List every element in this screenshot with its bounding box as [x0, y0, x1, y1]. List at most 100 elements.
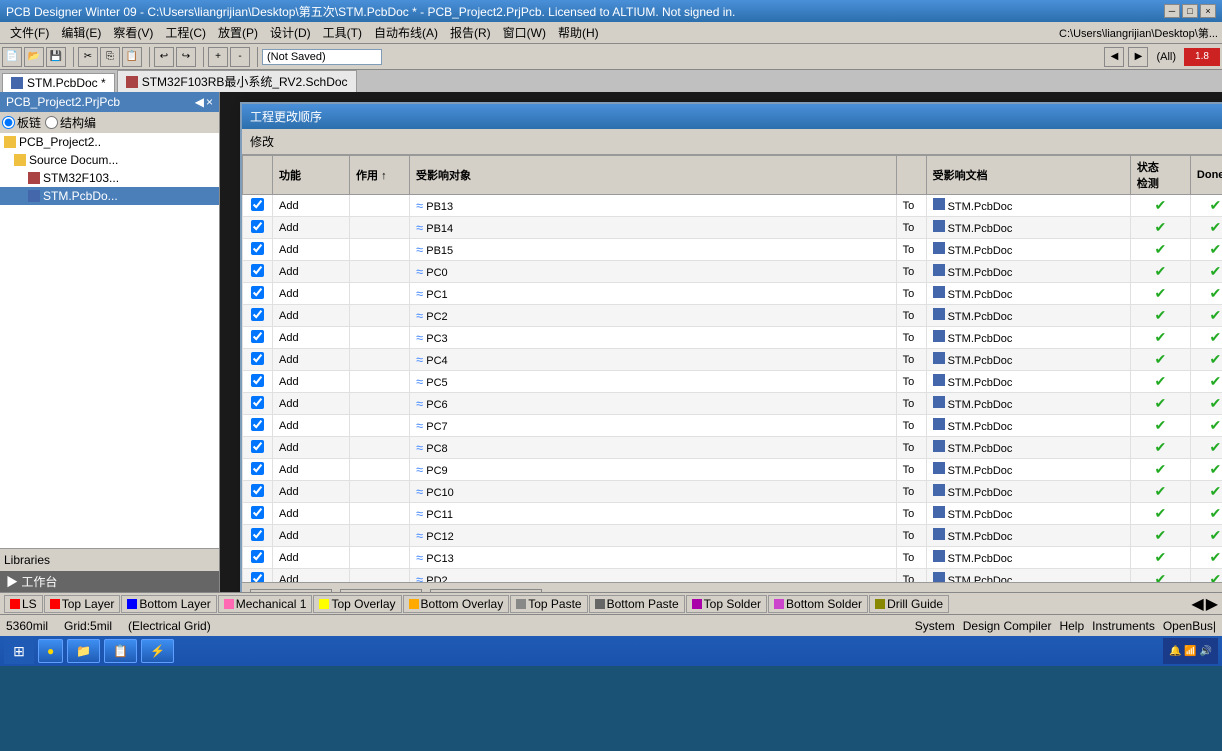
tree-item-source[interactable]: Source Docum...	[0, 151, 219, 169]
row-checkbox-cell[interactable]	[243, 217, 273, 239]
menu-place[interactable]: 放置(P)	[212, 22, 264, 43]
tree-item-pcb[interactable]: STM.PcbDo...	[0, 187, 219, 205]
row-checkbox[interactable]	[251, 220, 264, 233]
row-checkbox-cell[interactable]	[243, 349, 273, 371]
layer-tab[interactable]: Drill Guide	[869, 595, 949, 613]
row-checkbox-cell[interactable]	[243, 459, 273, 481]
taskbar-app3[interactable]: 📋	[104, 639, 137, 663]
design-compiler-btn[interactable]: Design Compiler	[963, 619, 1052, 633]
toolbar-zoom-out[interactable]: -	[230, 47, 250, 67]
apply-changes-btn[interactable]: 生效更改	[250, 589, 332, 592]
layer-tab[interactable]: Top Layer	[44, 595, 121, 613]
toolbar-save[interactable]: 💾	[46, 47, 66, 67]
layer-tab[interactable]: Top Paste	[510, 595, 587, 613]
row-checkbox[interactable]	[251, 374, 264, 387]
layer-tab[interactable]: Mechanical 1	[218, 595, 313, 613]
toolbar-cut[interactable]: ✂	[78, 47, 98, 67]
row-checkbox-cell[interactable]	[243, 261, 273, 283]
tab-sch[interactable]: STM32F103RB最小系统_RV2.SchDoc	[117, 70, 357, 92]
toolbar-undo[interactable]: ↩	[154, 47, 174, 67]
row-checkbox-cell[interactable]	[243, 569, 273, 583]
start-btn[interactable]: ⊞	[4, 638, 34, 664]
menu-report[interactable]: 报告(R)	[444, 22, 497, 43]
toolbar-copy[interactable]: ⎘	[100, 47, 120, 67]
row-checkbox[interactable]	[251, 242, 264, 255]
row-checkbox-cell[interactable]	[243, 415, 273, 437]
row-checkbox[interactable]	[251, 484, 264, 497]
dialog-table-container[interactable]: 功能 作用 ↑ 受影响对象 受影响文档 状态检测 Done 信息	[242, 155, 1222, 582]
close-window-btn[interactable]: ×	[1200, 4, 1216, 18]
menu-file[interactable]: 文件(F)	[4, 22, 55, 43]
row-checkbox-cell[interactable]	[243, 525, 273, 547]
execute-changes-btn[interactable]: 执行更改	[340, 589, 422, 592]
row-checkbox[interactable]	[251, 506, 264, 519]
layer-tab[interactable]: Bottom Overlay	[403, 595, 510, 613]
row-checkbox[interactable]	[251, 198, 264, 211]
instruments-btn[interactable]: Instruments	[1092, 619, 1155, 633]
taskbar-explorer[interactable]: 📁	[67, 639, 100, 663]
row-checkbox-cell[interactable]	[243, 371, 273, 393]
row-checkbox[interactable]	[251, 308, 264, 321]
row-checkbox[interactable]	[251, 528, 264, 541]
toolbar-nav-right[interactable]: ▶	[1128, 47, 1148, 67]
row-checkbox-cell[interactable]	[243, 437, 273, 459]
menu-autoroute[interactable]: 自动布线(A)	[368, 22, 444, 43]
openbus-btn[interactable]: OpenBus|	[1163, 619, 1216, 633]
menu-design[interactable]: 设计(D)	[264, 22, 317, 43]
row-checkbox-cell[interactable]	[243, 283, 273, 305]
row-checkbox-cell[interactable]	[243, 195, 273, 217]
row-checkbox[interactable]	[251, 462, 264, 475]
menu-help[interactable]: 帮助(H)	[552, 22, 605, 43]
row-checkbox-cell[interactable]	[243, 239, 273, 261]
toolbar-paste[interactable]: 📋	[122, 47, 142, 67]
layer-tab[interactable]: Top Overlay	[313, 595, 401, 613]
layer-tab[interactable]: Bottom Layer	[121, 595, 216, 613]
tree-item-sch[interactable]: STM32F103...	[0, 169, 219, 187]
toolbar-nav-left[interactable]: ◀	[1104, 47, 1124, 67]
row-checkbox[interactable]	[251, 440, 264, 453]
system-btn[interactable]: System	[915, 619, 955, 633]
toolbar-new[interactable]: 📄	[2, 47, 22, 67]
layer-tab[interactable]: Bottom Paste	[589, 595, 685, 613]
row-checkbox[interactable]	[251, 352, 264, 365]
radio-struct[interactable]: 结构编	[45, 114, 96, 131]
row-checkbox[interactable]	[251, 572, 264, 583]
layer-tab[interactable]: Bottom Solder	[768, 595, 868, 613]
panel-close[interactable]: ×	[206, 95, 213, 109]
row-checkbox[interactable]	[251, 286, 264, 299]
menu-tools[interactable]: 工具(T)	[317, 22, 368, 43]
row-checkbox[interactable]	[251, 330, 264, 343]
row-checkbox[interactable]	[251, 550, 264, 563]
radio-board[interactable]: 板链	[2, 114, 41, 131]
row-checkbox-cell[interactable]	[243, 305, 273, 327]
toolbar-redo[interactable]: ↪	[176, 47, 196, 67]
panel-arrow-left[interactable]: ◀	[195, 95, 204, 109]
row-checkbox[interactable]	[251, 418, 264, 431]
row-checkbox-cell[interactable]	[243, 503, 273, 525]
row-checkbox-cell[interactable]	[243, 393, 273, 415]
menu-project[interactable]: 工程(C)	[159, 22, 212, 43]
taskbar-ie[interactable]: ●	[38, 639, 63, 663]
col-sort[interactable]: 作用 ↑	[350, 156, 410, 195]
row-checkbox-cell[interactable]	[243, 481, 273, 503]
menu-view[interactable]: 察看(V)	[107, 22, 159, 43]
maximize-btn[interactable]: □	[1182, 4, 1198, 18]
row-checkbox[interactable]	[251, 264, 264, 277]
minimize-btn[interactable]: ─	[1164, 4, 1180, 18]
toolbar-zoom-in[interactable]: +	[208, 47, 228, 67]
menu-edit[interactable]: 编辑(E)	[55, 22, 107, 43]
menu-window[interactable]: 窗口(W)	[497, 22, 552, 43]
row-checkbox-cell[interactable]	[243, 547, 273, 569]
taskbar-altium[interactable]: ⚡	[141, 639, 174, 663]
layer-scroll-right[interactable]: ▶	[1206, 594, 1218, 614]
row-checkbox[interactable]	[251, 396, 264, 409]
layer-scroll-left[interactable]: ◀	[1191, 594, 1203, 614]
tree-item-project[interactable]: PCB_Project2..	[0, 133, 219, 151]
report-changes-btn[interactable]: 报告更改 (R)...	[430, 589, 542, 592]
tab-pcb[interactable]: STM.PcbDoc *	[2, 73, 115, 92]
toolbar-open[interactable]: 📂	[24, 47, 44, 67]
layer-tab[interactable]: LS	[4, 595, 43, 613]
row-checkbox-cell[interactable]	[243, 327, 273, 349]
help-btn[interactable]: Help	[1059, 619, 1084, 633]
layer-tab[interactable]: Top Solder	[686, 595, 767, 613]
